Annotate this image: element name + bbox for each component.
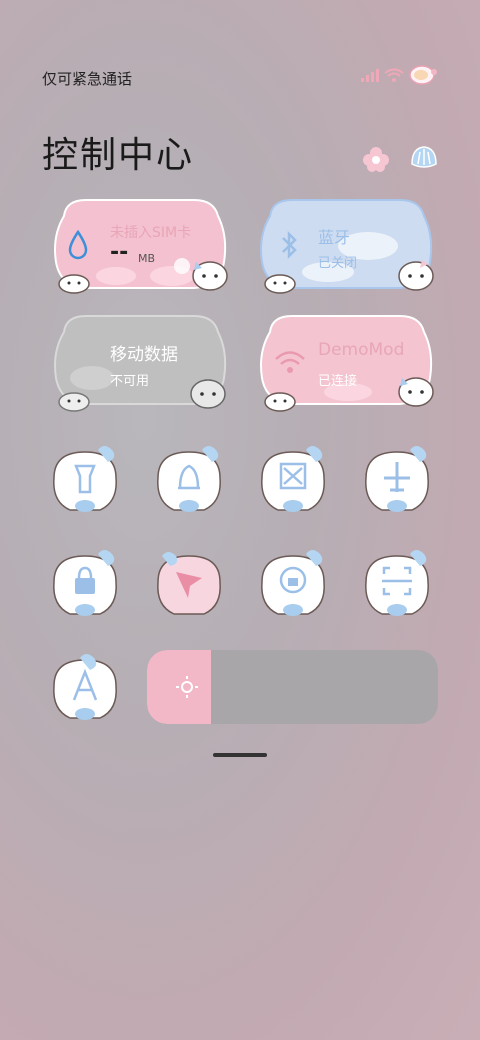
font-size-toggle[interactable] bbox=[46, 652, 124, 730]
rotation-lock-toggle[interactable] bbox=[254, 548, 332, 626]
screenshot-toggle[interactable] bbox=[254, 444, 332, 522]
page-title: 控制中心 bbox=[42, 135, 195, 176]
brightness-slider[interactable] bbox=[147, 650, 438, 724]
bluetooth-icon bbox=[282, 230, 297, 260]
scanner-toggle[interactable] bbox=[358, 548, 436, 626]
home-handle[interactable] bbox=[213, 753, 267, 757]
bluetooth-status: 已关闭 bbox=[318, 256, 358, 271]
location-toggle[interactable] bbox=[150, 548, 228, 626]
kitten-small-icon bbox=[264, 392, 296, 412]
ring-toggle[interactable] bbox=[150, 444, 228, 522]
sun-icon bbox=[176, 676, 198, 698]
kitten-small-icon bbox=[264, 274, 296, 294]
signal-icon bbox=[361, 69, 379, 82]
mobile-data-card[interactable]: 移动数据 不可用 bbox=[52, 312, 228, 412]
drop-icon bbox=[68, 230, 88, 260]
wifi-card[interactable]: DemoMod 已连接 bbox=[258, 312, 434, 412]
mobile-data-label: 移动数据 bbox=[110, 345, 178, 365]
shell-blue-icon[interactable] bbox=[408, 144, 440, 172]
wifi-icon bbox=[384, 68, 404, 82]
status-bar: 仅可紧急通话 bbox=[0, 60, 480, 92]
flashlight-toggle[interactable] bbox=[46, 444, 124, 522]
bluetooth-card[interactable]: 蓝牙 已关闭 bbox=[258, 196, 434, 294]
bluetooth-label: 蓝牙 bbox=[318, 228, 351, 247]
wifi-status: 已连接 bbox=[318, 374, 358, 389]
data-usage-unit: MB bbox=[138, 252, 156, 265]
kitten-small-icon bbox=[58, 274, 90, 294]
kitten-icon bbox=[398, 260, 434, 291]
mobile-data-status: 不可用 bbox=[110, 374, 150, 389]
kitten-small-icon bbox=[58, 392, 90, 412]
battery-icon bbox=[409, 65, 437, 85]
wifi-network-name: DemoMod bbox=[318, 340, 405, 360]
wifi-icon bbox=[275, 351, 305, 373]
data-usage-value: -- bbox=[110, 240, 129, 265]
lock-screen-toggle[interactable] bbox=[46, 548, 124, 626]
kitten-icon bbox=[190, 379, 226, 409]
data-usage-card[interactable]: 未插入SIM卡 -- MB bbox=[52, 196, 228, 294]
kitten-icon bbox=[192, 261, 228, 291]
kitten-icon bbox=[398, 377, 434, 407]
data-usage-label: 未插入SIM卡 bbox=[110, 225, 192, 241]
airplane-mode-toggle[interactable] bbox=[358, 444, 436, 522]
carrier-text: 仅可紧急通话 bbox=[42, 70, 133, 88]
flower-pink-icon[interactable] bbox=[362, 146, 390, 172]
